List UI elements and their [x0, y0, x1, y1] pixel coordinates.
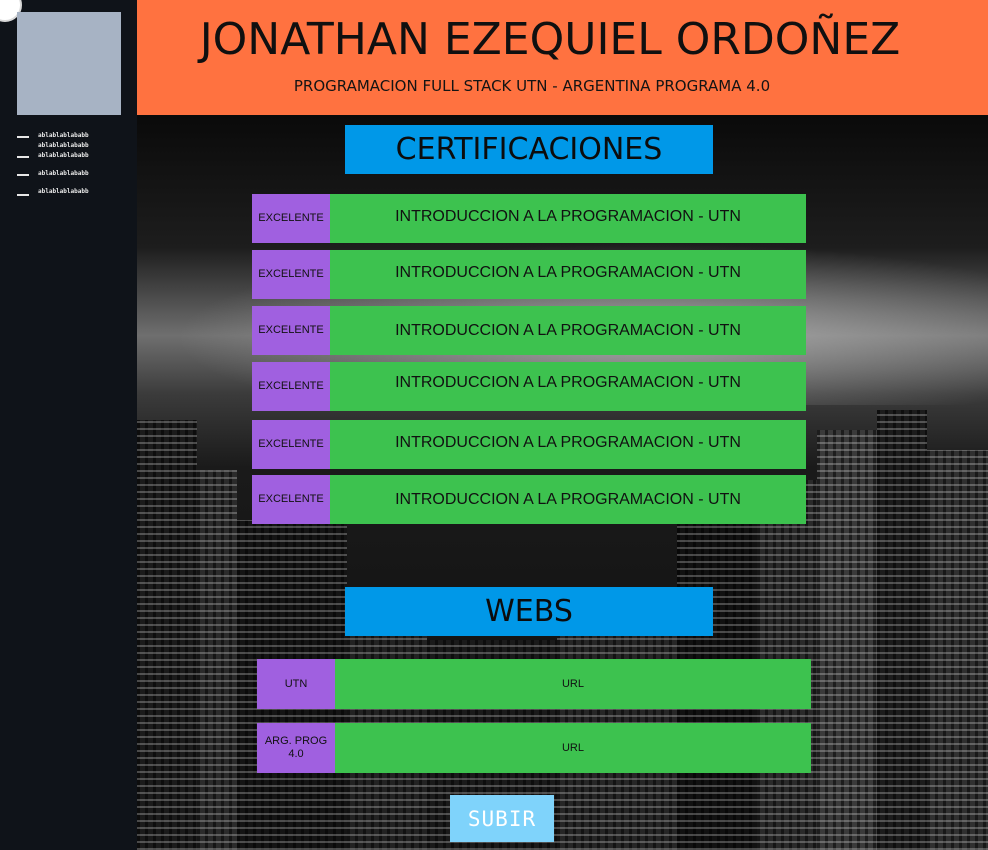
- web-name-label: ARG. PROG 4.0: [257, 723, 335, 773]
- building: [137, 420, 197, 850]
- building: [817, 430, 877, 850]
- cert-grade-badge: EXCELENTE: [252, 306, 330, 355]
- cert-grade-badge: EXCELENTE: [252, 420, 330, 469]
- sidebar-item[interactable]: ablablablababb: [17, 142, 127, 152]
- cert-row: EXCELENTE INTRODUCCION A LA PROGRAMACION…: [252, 306, 806, 355]
- bullet-icon: [17, 136, 29, 138]
- cert-title: INTRODUCCION A LA PROGRAMACION - UTN: [330, 362, 806, 411]
- bullet-icon: [17, 194, 29, 196]
- sidebar: ablablablababb ablablablababb ablablabla…: [0, 0, 137, 850]
- web-url-link[interactable]: URL: [335, 659, 811, 709]
- cert-title: INTRODUCCION A LA PROGRAMACION - UTN: [330, 475, 806, 524]
- webs-title: WEBS: [345, 587, 713, 636]
- sidebar-item-label: ablablablababb: [38, 142, 89, 149]
- cert-row: EXCELENTE INTRODUCCION A LA PROGRAMACION…: [252, 250, 806, 299]
- cert-title: INTRODUCCION A LA PROGRAMACION - UTN: [330, 194, 806, 243]
- cert-grade-badge: EXCELENTE: [252, 194, 330, 243]
- web-row: ARG. PROG 4.0 URL: [257, 723, 811, 773]
- building: [197, 470, 237, 850]
- cert-grade-badge: EXCELENTE: [252, 250, 330, 299]
- cert-title: INTRODUCCION A LA PROGRAMACION - UTN: [330, 306, 806, 355]
- scroll-top-button[interactable]: SUBIR: [450, 795, 554, 842]
- cert-row: EXCELENTE INTRODUCCION A LA PROGRAMACION…: [252, 362, 806, 411]
- sidebar-item[interactable]: [17, 180, 127, 188]
- sidebar-item[interactable]: ablablablababb: [17, 188, 127, 198]
- sidebar-item[interactable]: ablablablababb: [17, 152, 127, 162]
- page-title: JONATHAN EZEQUIEL ORDOÑEZ: [199, 14, 901, 65]
- sidebar-item-label: ablablablababb: [38, 170, 89, 177]
- profile-photo: [17, 12, 121, 115]
- bullet-icon: [17, 174, 29, 176]
- bullet-icon: [17, 156, 29, 158]
- sidebar-item-label: ablablablababb: [38, 132, 89, 139]
- web-row: UTN URL: [257, 659, 811, 709]
- page-subtitle: PROGRAMACION FULL STACK UTN - ARGENTINA …: [293, 77, 771, 95]
- sidebar-item[interactable]: ablablablababb: [17, 170, 127, 180]
- building: [877, 410, 927, 850]
- cert-row: EXCELENTE INTRODUCCION A LA PROGRAMACION…: [252, 475, 806, 524]
- header: JONATHAN EZEQUIEL ORDOÑEZ PROGRAMACION F…: [137, 0, 988, 115]
- cert-row: EXCELENTE INTRODUCCION A LA PROGRAMACION…: [252, 420, 806, 469]
- sidebar-item-label: ablablablababb: [38, 152, 89, 159]
- cert-row: EXCELENTE INTRODUCCION A LA PROGRAMACION…: [252, 194, 806, 243]
- certificaciones-title: CERTIFICACIONES: [345, 125, 713, 174]
- web-url-link[interactable]: URL: [335, 723, 811, 773]
- sidebar-item-label: ablablablababb: [38, 188, 89, 195]
- cert-grade-badge: EXCELENTE: [252, 475, 330, 524]
- cert-grade-badge: EXCELENTE: [252, 362, 330, 411]
- sidebar-item[interactable]: ablablablababb: [17, 132, 127, 142]
- cert-title: INTRODUCCION A LA PROGRAMACION - UTN: [330, 250, 806, 299]
- cert-title: INTRODUCCION A LA PROGRAMACION - UTN: [330, 420, 806, 469]
- web-name-label: UTN: [257, 659, 335, 709]
- building: [927, 450, 988, 850]
- sidebar-item[interactable]: [17, 162, 127, 170]
- sidebar-list: ablablablababb ablablablababb ablablabla…: [17, 132, 127, 198]
